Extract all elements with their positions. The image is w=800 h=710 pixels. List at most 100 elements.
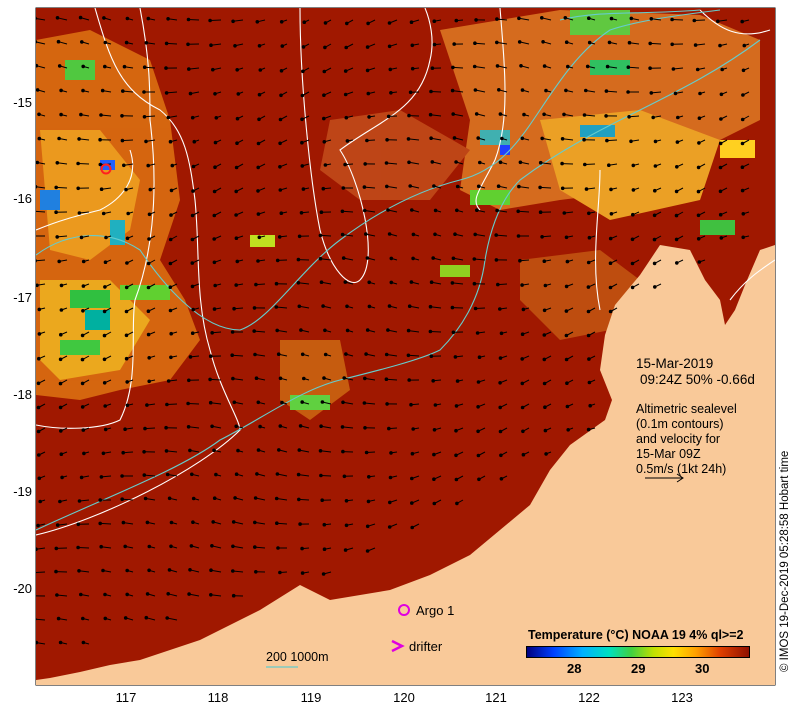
velocity-vector-head — [79, 112, 83, 117]
velocity-vector-head — [697, 141, 701, 145]
velocity-vector-head — [190, 213, 195, 218]
velocity-vector-head — [472, 257, 477, 261]
velocity-vector-head — [566, 64, 570, 69]
velocity-vector-head — [476, 136, 481, 140]
velocity-vector-head — [386, 114, 391, 119]
velocity-vector-head — [187, 67, 191, 71]
velocity-vector-head — [77, 137, 81, 141]
velocity-vector-head — [472, 64, 477, 69]
velocity-vector-head — [122, 163, 126, 168]
velocity-vector-head — [364, 450, 369, 455]
velocity-vector-head — [301, 187, 306, 191]
velocity-vector-head — [278, 141, 282, 146]
velocity-vector-head — [36, 547, 38, 551]
velocity-vector-head — [586, 260, 591, 265]
velocity-vector-head — [587, 235, 592, 240]
velocity-vector-head — [121, 89, 125, 93]
velocity-vector-head — [451, 65, 455, 70]
velocity-vector-head — [497, 88, 501, 92]
velocity-vector-head — [538, 160, 543, 165]
velocity-vector-head — [455, 208, 459, 213]
velocity-vector-head — [277, 448, 281, 452]
velocity-vector-head — [695, 67, 700, 72]
velocity-vector-head — [59, 112, 63, 117]
velocity-vector-head — [321, 186, 326, 191]
velocity-vector-head — [653, 164, 658, 168]
velocity-vector-head — [389, 256, 394, 261]
velocity-vector-head — [696, 189, 701, 194]
velocity-vector-head — [186, 17, 191, 22]
velocity-vector-head — [409, 402, 413, 407]
lat-tick: -20 — [13, 581, 32, 596]
velocity-vector-head — [564, 309, 569, 313]
velocity-vector-head — [167, 568, 172, 572]
velocity-vector-head — [164, 425, 168, 430]
velocity-vector-head — [318, 233, 323, 238]
velocity-vector-head — [36, 88, 40, 92]
velocity-vector-head — [389, 280, 394, 285]
velocity-vector-head — [428, 112, 433, 117]
velocity-vector-head — [560, 186, 565, 191]
velocity-vector-head — [37, 453, 41, 457]
velocity-vector-head — [627, 40, 632, 45]
velocity-vector-head — [125, 568, 129, 573]
velocity-vector-head — [453, 232, 457, 236]
velocity-vector-head — [718, 141, 723, 146]
velocity-vector-head — [101, 568, 105, 573]
velocity-vector-head — [429, 89, 433, 94]
velocity-vector-head — [54, 185, 59, 190]
velocity-vector-head — [521, 452, 526, 457]
sst-map — [35, 7, 776, 686]
altimetry-line: Altimetric sealevel — [636, 402, 737, 416]
velocity-vector-head — [495, 208, 499, 213]
velocity-vector-head — [433, 232, 437, 237]
velocity-vector-head — [343, 162, 347, 167]
altimetry-text: Altimetric sealevel (0.1m contours) and … — [636, 402, 737, 477]
velocity-vector-head — [367, 280, 372, 285]
velocity-vector-head — [213, 165, 217, 169]
velocity-vector-head — [566, 428, 571, 432]
velocity-vector-head — [406, 353, 411, 358]
colorbar-tick-label: 28 — [567, 661, 582, 676]
velocity-vector-head — [474, 112, 479, 116]
velocity-vector-head — [122, 64, 127, 69]
velocity-vector-head — [252, 306, 257, 310]
velocity-vector-head — [365, 328, 370, 332]
velocity-vector-head — [81, 616, 85, 621]
velocity-vector-head — [341, 449, 345, 454]
velocity-vector-head — [318, 256, 323, 261]
velocity-vector-head — [411, 232, 416, 237]
velocity-vector-head — [367, 475, 371, 479]
velocity-vector-head — [671, 67, 676, 71]
velocity-vector-head — [430, 160, 435, 164]
velocity-vector-head — [235, 68, 239, 72]
velocity-vector-head — [542, 112, 546, 117]
velocity-vector-head — [166, 592, 170, 596]
velocity-vector-head — [473, 232, 478, 237]
velocity-vector-head — [120, 114, 124, 118]
velocity-vector-head — [407, 160, 411, 165]
velocity-vector-head — [499, 453, 503, 458]
velocity-vector-head — [565, 404, 570, 409]
velocity-vector-head — [190, 261, 195, 265]
velocity-vector-head — [168, 261, 173, 266]
velocity-vector-head — [587, 357, 591, 361]
velocity-vector-head — [433, 403, 438, 407]
velocity-vector-head — [651, 115, 656, 120]
velocity-vector-head — [517, 40, 522, 44]
velocity-vector-head — [540, 235, 544, 239]
velocity-vector-head — [278, 376, 283, 381]
velocity-vector-head — [496, 184, 501, 188]
velocity-vector-head — [145, 403, 149, 407]
velocity-vector-head — [233, 44, 237, 48]
velocity-vector-head — [498, 381, 502, 385]
velocity-vector-head — [126, 211, 130, 216]
velocity-vector-head — [429, 280, 434, 285]
velocity-vector-head — [187, 592, 191, 596]
velocity-vector-head — [236, 448, 240, 453]
velocity-vector-head — [147, 568, 151, 573]
velocity-vector-head — [322, 547, 327, 552]
velocity-vector-head — [741, 212, 746, 216]
velocity-vector-head — [564, 235, 569, 240]
velocity-vector-head — [99, 544, 103, 549]
